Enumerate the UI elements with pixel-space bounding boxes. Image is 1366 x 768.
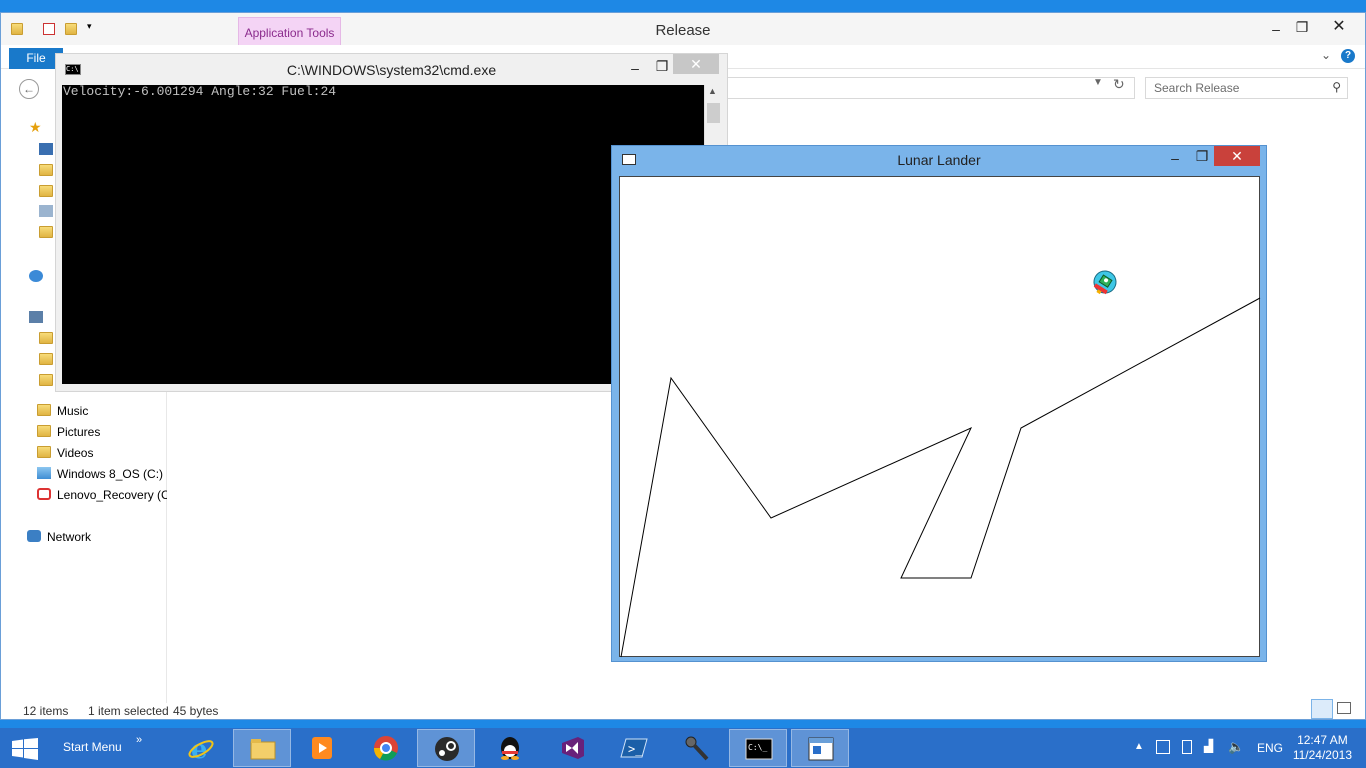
search-input[interactable]: Search Release ⚲ bbox=[1145, 77, 1348, 99]
desktop-icon[interactable] bbox=[39, 143, 53, 155]
cmd-icon: C:\_ bbox=[745, 738, 773, 760]
svg-text:C:\_: C:\_ bbox=[748, 743, 767, 752]
game-canvas[interactable] bbox=[619, 176, 1261, 658]
taskbar-internet-explorer[interactable]: e bbox=[172, 729, 230, 767]
windows-logo-icon[interactable] bbox=[12, 738, 38, 760]
volume-icon[interactable]: 🔈 bbox=[1228, 739, 1244, 755]
nav-item-music[interactable]: Music bbox=[37, 401, 167, 421]
folder-icon[interactable] bbox=[39, 185, 53, 197]
taskbar-qq[interactable] bbox=[481, 729, 539, 767]
nav-item-label: Lenovo_Recovery (C bbox=[57, 488, 167, 502]
favorites-star-icon[interactable]: ★ bbox=[29, 119, 43, 135]
recovery-drive-icon bbox=[37, 488, 51, 500]
music-folder-icon bbox=[37, 404, 51, 416]
close-button[interactable]: ✕ bbox=[1316, 17, 1362, 37]
scrollbar-thumb[interactable] bbox=[707, 103, 720, 123]
chevron-up-icon[interactable]: ▲ bbox=[1134, 741, 1144, 752]
taskbar: Start Menu » e >_ C:\_ ▲ ▟ 🔈 ENG 12:47 A… bbox=[0, 728, 1366, 768]
drive-icon bbox=[37, 467, 51, 479]
start-menu-button[interactable]: Start Menu bbox=[63, 740, 122, 754]
selection-count: 1 item selected bbox=[88, 704, 169, 718]
chevron-down-icon[interactable]: ⌄ bbox=[1321, 48, 1331, 62]
status-bar: 12 items 1 item selected 45 bytes bbox=[1, 699, 1365, 721]
taskbar-visual-studio[interactable] bbox=[543, 729, 601, 767]
taskbar-microphone[interactable] bbox=[667, 729, 725, 767]
folder-icon[interactable] bbox=[39, 374, 53, 386]
close-button[interactable]: ✕ bbox=[1214, 146, 1260, 166]
action-center-icon[interactable] bbox=[1156, 740, 1170, 754]
computer-icon[interactable] bbox=[39, 205, 53, 217]
app-window-icon bbox=[808, 737, 834, 761]
language-indicator[interactable]: ENG bbox=[1257, 741, 1283, 755]
network-icon bbox=[27, 530, 41, 542]
folder-icon[interactable] bbox=[39, 164, 53, 176]
nav-item-pictures[interactable]: Pictures bbox=[37, 422, 167, 442]
explorer-titlebar: ▾ Application Tools Release – ❐ ✕ bbox=[1, 13, 1365, 45]
nav-item-label: Music bbox=[57, 404, 89, 418]
terrain-svg bbox=[620, 270, 1261, 658]
lander-ship-icon bbox=[1093, 270, 1117, 295]
steam-icon bbox=[435, 737, 459, 761]
nav-item-recovery-drive[interactable]: Lenovo_Recovery (C bbox=[37, 485, 167, 505]
item-count: 12 items bbox=[23, 704, 69, 718]
taskbar-lunar-lander[interactable] bbox=[791, 729, 849, 767]
lunar-lander-window: Lunar Lander – ❐ ✕ bbox=[611, 145, 1267, 662]
nav-item-videos[interactable]: Videos bbox=[37, 443, 167, 463]
taskbar-media-player[interactable] bbox=[293, 729, 351, 767]
signal-icon[interactable]: ▟ bbox=[1204, 739, 1213, 753]
selection-size: 45 bytes bbox=[173, 704, 219, 718]
large-icons-view-icon[interactable] bbox=[1337, 702, 1351, 714]
taskbar-powershell[interactable]: >_ bbox=[605, 729, 663, 767]
nav-item-label: Pictures bbox=[57, 425, 101, 439]
nav-item-label: Videos bbox=[57, 446, 94, 460]
nav-item-label: Network bbox=[47, 530, 92, 544]
powershell-icon: >_ bbox=[620, 738, 648, 758]
chrome-icon bbox=[373, 736, 398, 761]
search-placeholder: Search Release bbox=[1154, 81, 1240, 95]
pictures-folder-icon bbox=[37, 425, 51, 437]
taskbar-file-explorer[interactable] bbox=[233, 729, 291, 767]
nav-item-network[interactable]: Network bbox=[27, 527, 157, 547]
nav-item-windows-drive[interactable]: Windows 8_OS (C:) bbox=[37, 464, 167, 484]
nav-item-label: Windows 8_OS (C:) bbox=[57, 467, 164, 481]
terrain-line bbox=[620, 297, 1261, 658]
clock-time: 12:47 AM bbox=[1297, 733, 1348, 747]
taskbar-steam[interactable] bbox=[417, 729, 475, 767]
chevron-down-icon[interactable]: ▼ bbox=[1093, 77, 1103, 88]
console-output[interactable]: Velocity:-6.001294 Angle:32 Fuel:24 bbox=[62, 85, 704, 384]
details-view-icon[interactable] bbox=[1311, 699, 1333, 719]
back-button[interactable]: ← bbox=[19, 79, 39, 99]
clock-date: 11/24/2013 bbox=[1292, 748, 1352, 762]
chevron-right-icon[interactable]: » bbox=[136, 734, 142, 746]
search-icon[interactable]: ⚲ bbox=[1332, 80, 1341, 94]
homegroup-icon[interactable] bbox=[29, 270, 43, 282]
window-title: Release bbox=[655, 22, 711, 39]
file-explorer-icon bbox=[250, 739, 276, 760]
help-icon[interactable]: ? bbox=[1341, 49, 1355, 63]
media-player-icon bbox=[312, 737, 332, 759]
svg-text:>_: >_ bbox=[628, 742, 643, 756]
battery-icon[interactable] bbox=[1182, 740, 1192, 754]
visual-studio-icon bbox=[562, 737, 584, 759]
refresh-icon[interactable]: ↻ bbox=[1113, 76, 1125, 93]
close-button[interactable]: ✕ bbox=[673, 54, 719, 74]
microphone-icon bbox=[685, 736, 709, 761]
this-pc-icon[interactable] bbox=[29, 311, 43, 323]
folder-icon[interactable] bbox=[39, 353, 53, 365]
folder-icon[interactable] bbox=[39, 226, 53, 238]
internet-explorer-icon: e bbox=[188, 735, 214, 761]
taskbar-chrome[interactable] bbox=[357, 729, 415, 767]
videos-folder-icon bbox=[37, 446, 51, 458]
folder-icon[interactable] bbox=[39, 332, 53, 344]
chevron-up-icon[interactable]: ▲ bbox=[708, 86, 717, 96]
qq-icon bbox=[501, 737, 519, 760]
clock[interactable]: 12:47 AM 11/24/2013 bbox=[1293, 733, 1352, 763]
taskbar-cmd[interactable]: C:\_ bbox=[729, 729, 787, 767]
